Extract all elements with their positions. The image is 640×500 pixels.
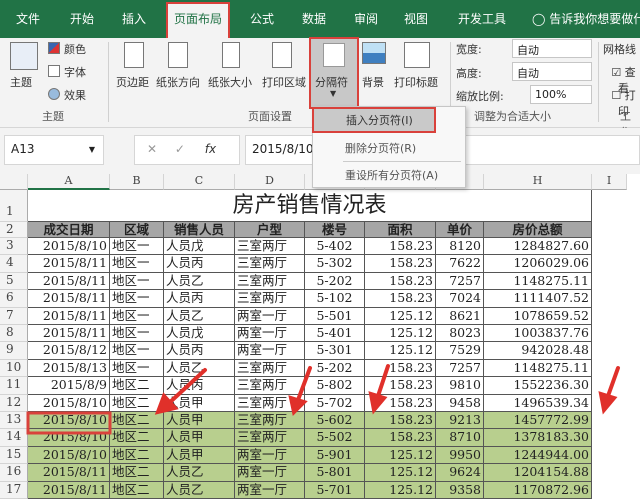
red-arrow-head: [598, 391, 618, 415]
red-arrow: [296, 366, 312, 402]
selected-cell-highlight: [26, 411, 112, 435]
menu-item-insert-page-break[interactable]: 插入分页符(I): [312, 107, 436, 133]
red-arrow-head: [368, 391, 388, 415]
red-arrow-head: [288, 395, 308, 417]
menu-item-reset-page-breaks[interactable]: 重设所有分页符(A): [313, 164, 465, 186]
red-arrow: [376, 364, 390, 398]
breaks-dropdown-menu: 插入分页符(I) 删除分页符(R) 重设所有分页符(A): [312, 106, 466, 188]
red-arrow: [606, 366, 620, 398]
menu-item-remove-page-break[interactable]: 删除分页符(R): [313, 137, 465, 159]
red-arrow: [166, 368, 207, 406]
annotation-arrows: [26, 364, 620, 435]
menu-divider: [343, 161, 461, 162]
